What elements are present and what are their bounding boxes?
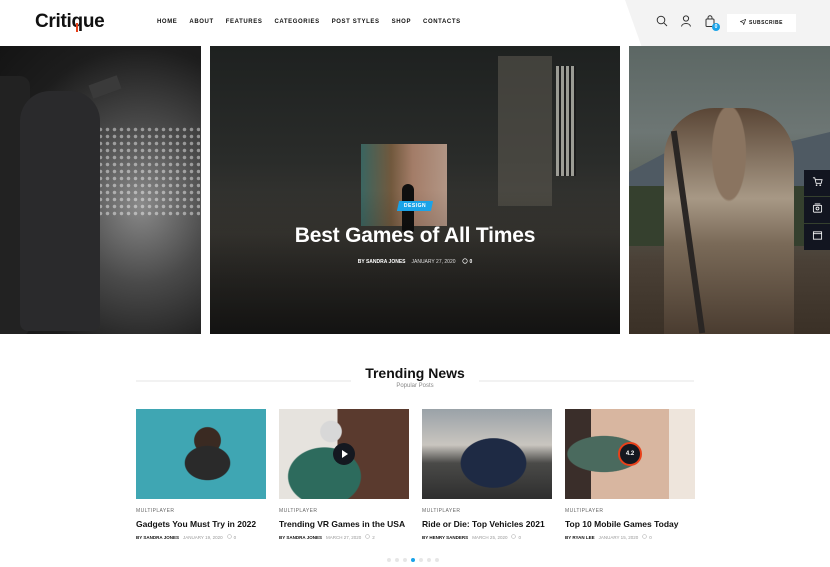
side-demos-button[interactable] (804, 197, 830, 223)
comment-count: 2 (372, 534, 375, 540)
slide-previous[interactable] (0, 46, 201, 334)
trending-section-header: Trending News Popular Posts (136, 365, 694, 389)
nav-categories[interactable]: CATEGORIES (274, 19, 319, 25)
post-meta: BY RYAN LEE JANUARY 15, 2020 0 (565, 534, 695, 540)
side-panel (804, 170, 830, 250)
post-meta: BY SANDRA JONES MARCH 27, 2020 2 (279, 534, 409, 540)
post-date: JANUARY 19, 2020 (183, 534, 223, 540)
play-video-button[interactable] (333, 443, 355, 465)
post-date: JANUARY 15, 2020 (598, 534, 639, 540)
image-icon (812, 201, 823, 219)
nav-features[interactable]: FEATURES (226, 19, 263, 25)
comment-icon (365, 534, 370, 540)
comment-icon (461, 258, 468, 266)
pagination-dot[interactable] (403, 558, 407, 562)
comment-count: 0 (518, 534, 521, 540)
comments-link[interactable]: 0 (511, 534, 521, 540)
post-author[interactable]: BY RYAN LEE (565, 535, 595, 540)
cart-icon (812, 174, 823, 192)
stadium-lights (90, 126, 200, 216)
slide-image-hammer (88, 75, 122, 99)
comment-count: 0 (469, 259, 473, 265)
comments-link[interactable]: 2 (365, 534, 375, 540)
hero-title[interactable]: Best Games of All Times (210, 224, 620, 248)
slide-image-figure (20, 91, 100, 331)
slide-next[interactable] (629, 46, 830, 334)
hero-slider (0, 46, 830, 334)
nav-post-styles[interactable]: POST STYLES (332, 19, 380, 25)
pagination-dot[interactable] (411, 558, 415, 562)
section-subtitle: Popular Posts (396, 383, 434, 389)
category-tag[interactable]: DESIGN (396, 201, 434, 211)
nav-about[interactable]: ABOUT (189, 19, 213, 25)
comment-count: 0 (649, 534, 652, 540)
pagination-dot[interactable] (427, 558, 431, 562)
hero-caption: DESIGN Best Games of All Times BY SANDRA… (210, 194, 620, 266)
post-card: MULTIPLAYER Ride or Die: Top Vehicles 20… (422, 409, 552, 540)
post-author[interactable]: BY SANDRA JONES (279, 535, 322, 540)
comment-count: 0 (233, 534, 237, 540)
carousel-pagination (387, 558, 439, 562)
trending-cards: MULTIPLAYER Gadgets You Must Try in 2022… (136, 409, 695, 540)
search-icon[interactable] (656, 15, 668, 27)
post-meta: BY SANDRA JONES JANUARY 19, 2020 0 (136, 534, 266, 540)
slide-active[interactable] (210, 46, 620, 334)
post-title[interactable]: Ride or Die: Top Vehicles 2021 (422, 519, 552, 529)
comments-link[interactable]: 0 (226, 534, 237, 540)
window-icon (812, 228, 823, 246)
post-thumbnail[interactable]: 4.2 (565, 409, 695, 499)
pagination-dot[interactable] (395, 558, 399, 562)
nav-home[interactable]: HOME (157, 19, 177, 25)
post-author[interactable]: BY HENRY SANDERS (422, 535, 468, 540)
side-cart-button[interactable] (804, 170, 830, 196)
nav-shop[interactable]: SHOP (392, 19, 411, 25)
post-thumbnail[interactable] (279, 409, 409, 499)
logo-text: Critique (35, 11, 105, 32)
post-thumbnail[interactable] (422, 409, 552, 499)
post-date: MARCH 25, 2020 (472, 534, 508, 540)
side-window-button[interactable] (804, 224, 830, 250)
user-icon[interactable] (680, 15, 692, 27)
post-card: MULTIPLAYER Trending VR Games in the USA… (279, 409, 409, 540)
post-thumbnail[interactable] (136, 409, 266, 499)
slide-overlay (210, 46, 620, 334)
logo[interactable]: Critique (35, 11, 105, 33)
post-category[interactable]: MULTIPLAYER (136, 508, 266, 514)
section-title: Trending News (365, 365, 465, 381)
comment-icon (642, 534, 647, 540)
subscribe-label: SUBSCRIBE (749, 20, 783, 26)
post-author[interactable]: BY SANDRA JONES (136, 535, 179, 540)
cart-count-badge: 0 (712, 23, 720, 31)
divider (479, 380, 694, 382)
main-nav: HOME ABOUT FEATURES CATEGORIES POST STYL… (157, 19, 473, 25)
post-meta: BY HENRY SANDERS MARCH 25, 2020 0 (422, 534, 552, 540)
cart-button[interactable]: 0 (704, 15, 720, 31)
post-category[interactable]: MULTIPLAYER (565, 508, 695, 514)
post-title[interactable]: Top 10 Mobile Games Today (565, 519, 695, 529)
header-actions: 0 (656, 15, 720, 31)
post-date: MARCH 27, 2020 (326, 534, 362, 540)
post-category[interactable]: MULTIPLAYER (279, 508, 409, 514)
post-card: MULTIPLAYER Gadgets You Must Try in 2022… (136, 409, 266, 540)
post-author[interactable]: BY SANDRA JONES (358, 259, 406, 265)
post-card: 4.2 MULTIPLAYER Top 10 Mobile Games Toda… (565, 409, 695, 540)
nav-contacts[interactable]: CONTACTS (423, 19, 461, 25)
pagination-dot[interactable] (419, 558, 423, 562)
site-header: Critique HOME ABOUT FEATURES CATEGORIES … (0, 0, 830, 46)
comments-link[interactable]: 0 (642, 534, 652, 540)
divider (136, 380, 351, 382)
post-date: JANUARY 27, 2020 (411, 259, 456, 265)
comments-link[interactable]: 0 (461, 258, 473, 266)
post-title[interactable]: Gadgets You Must Try in 2022 (136, 519, 266, 529)
post-category[interactable]: MULTIPLAYER (422, 508, 552, 514)
pagination-dot[interactable] (387, 558, 391, 562)
hero-meta: BY SANDRA JONES JANUARY 27, 2020 0 (210, 258, 620, 266)
comment-icon (511, 534, 517, 540)
post-title[interactable]: Trending VR Games in the USA (279, 519, 409, 529)
comment-icon (226, 534, 232, 540)
rating-badge: 4.2 (618, 442, 642, 466)
send-icon (739, 18, 747, 27)
pagination-dot[interactable] (435, 558, 439, 562)
subscribe-button[interactable]: SUBSCRIBE (727, 14, 796, 32)
